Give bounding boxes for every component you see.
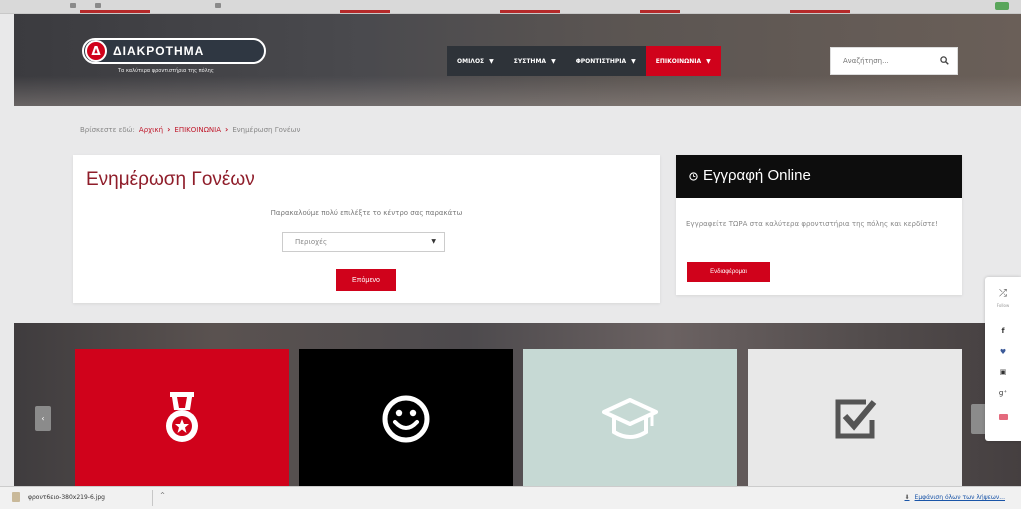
chevron-up-icon[interactable]: ^ [160, 492, 165, 499]
clock-icon [689, 172, 698, 181]
divider [152, 490, 153, 506]
show-all-label: Εμφάνιση όλων των λήψεων... [914, 494, 1005, 501]
tab-indicator [790, 10, 850, 13]
chevron-right-icon: › [167, 125, 171, 134]
main-nav: ΟΜΙΛΟΣ ▼ ΣΥΣΤΗΜΑ ▼ ΦΡΟΝΤΙΣΤΗΡΙΑ ▼ ΕΠΙΚΟΙΝΩΝ… [447, 46, 721, 76]
feature-carousel: ‹ [14, 323, 1021, 486]
youtube-icon[interactable]: ▣ [985, 368, 1021, 376]
nav-item-omilos[interactable]: ΟΜΙΛΟΣ ▼ [447, 46, 504, 76]
nav-item-label: ΟΜΙΛΟΣ [457, 57, 485, 65]
extension-icon[interactable] [995, 2, 1009, 10]
region-select-value: Περιοχές [295, 238, 328, 246]
registration-text: Εγγραφείτε ΤΩΡΑ στα καλύτερα φροντιστήρι… [686, 220, 938, 228]
breadcrumb: Βρίσκεστε εδώ: Αρχική › ΕΠΙΚΟΙΝΩΝΙΑ › Εν… [80, 125, 300, 134]
logo-mark: Δ [85, 40, 107, 62]
logo-tagline: Τα καλύτερα φροντιστήρια της πόλης [118, 68, 214, 74]
download-item[interactable]: φροντ6ειο-380x219-6.jpg [12, 492, 105, 502]
region-select[interactable]: Περιοχές ▼ [282, 232, 445, 252]
browser-control[interactable] [95, 3, 101, 8]
nav-item-label: ΦΡΟΝΤΙΣΤΗΡΙΑ [575, 57, 627, 65]
shuffle-icon[interactable]: ⤮ [985, 288, 1021, 299]
google-plus-icon[interactable]: g⁺ [985, 389, 1021, 397]
breadcrumb-current: Ενημέρωση Γονέων [232, 125, 301, 134]
select-instruction: Παρακαλούμε πολύ επιλέξτε το κέντρο σας … [270, 209, 463, 217]
dropdown-arrow-icon: ▼ [431, 238, 436, 245]
show-all-downloads-link[interactable]: ⬇ Εμφάνιση όλων των λήψεων... [905, 494, 1006, 501]
nav-item-label: ΕΠΙΚΟΙΝΩΝΙΑ [655, 57, 702, 65]
next-button[interactable]: Επόμενο [336, 269, 396, 291]
follow-label: Follow [996, 303, 1010, 308]
chevron-down-icon: ▼ [551, 57, 556, 65]
nav-item-frontistiria[interactable]: ΦΡΟΝΤΙΣΤΗΡΙΑ ▼ [565, 46, 646, 76]
tab-indicator [340, 10, 390, 13]
site-logo[interactable]: Δ ΔΙΑΚΡΟΤΗΜΑ [82, 38, 266, 64]
feature-tile-satisfaction[interactable] [299, 349, 513, 486]
medal-icon [166, 391, 198, 442]
feature-tile-results[interactable] [748, 349, 962, 486]
registration-title: Εγγραφή Online [703, 167, 811, 184]
page-title: Ενημέρωση Γονέων [86, 169, 255, 190]
browser-top-strip [0, 0, 1021, 14]
interested-button[interactable]: Ενδιαφέρομαι [687, 262, 770, 282]
feature-tile-awards[interactable] [75, 349, 289, 486]
nav-item-epikoinonia[interactable]: ΕΠΙΚΟΙΝΩΝΙΑ ▼ [645, 46, 721, 76]
mail-icon[interactable] [985, 414, 1021, 422]
breadcrumb-home-link[interactable]: Αρχική [139, 126, 163, 134]
tab-indicator [640, 10, 680, 13]
carousel-prev-button[interactable]: ‹ [35, 406, 51, 431]
search-input[interactable] [831, 48, 931, 74]
browser-control[interactable] [215, 3, 221, 8]
tab-indicator [80, 10, 150, 13]
download-bar: φροντ6ειο-380x219-6.jpg ^ ⬇ Εμφάνιση όλω… [0, 486, 1021, 509]
nav-item-label: ΣΥΣΤΗΜΑ [513, 57, 547, 65]
browser-control[interactable] [70, 3, 76, 8]
tab-indicator [500, 10, 560, 13]
logo-text: ΔΙΑΚΡΟΤΗΜΑ [113, 44, 205, 58]
chevron-down-icon: ▼ [631, 57, 636, 65]
chevron-down-icon: ▼ [489, 57, 494, 65]
checkbox-icon [835, 399, 877, 439]
download-icon: ⬇ [904, 494, 910, 501]
download-file-name: φροντ6ειο-380x219-6.jpg [28, 493, 105, 501]
breadcrumb-prefix: Βρίσκεστε εδώ: [80, 125, 135, 134]
chevron-right-icon: › [225, 125, 229, 134]
breadcrumb-section-link[interactable]: ΕΠΙΚΟΙΝΩΝΙΑ [174, 126, 221, 134]
online-registration-card: Εγγραφή Online Εγγραφείτε ΤΩΡΑ στα καλύτ… [676, 155, 962, 295]
parents-info-card: Ενημέρωση Γονέων Παρακαλούμε πολύ επιλέξ… [73, 155, 660, 303]
social-sidebar: ⤮ Follow f ♥ ▣ g⁺ [985, 277, 1021, 441]
facebook-icon[interactable]: f [985, 327, 1021, 335]
search-box [830, 47, 958, 75]
image-file-icon [12, 492, 20, 502]
smiley-icon [382, 395, 430, 443]
search-icon[interactable] [940, 56, 949, 65]
feature-tile-education[interactable] [523, 349, 737, 486]
registration-header: Εγγραφή Online [676, 155, 962, 198]
chevron-down-icon: ▼ [706, 57, 711, 65]
nav-item-systima[interactable]: ΣΥΣΤΗΜΑ ▼ [503, 46, 566, 76]
graduation-cap-icon [602, 398, 658, 439]
twitter-icon[interactable]: ♥ [985, 348, 1021, 356]
